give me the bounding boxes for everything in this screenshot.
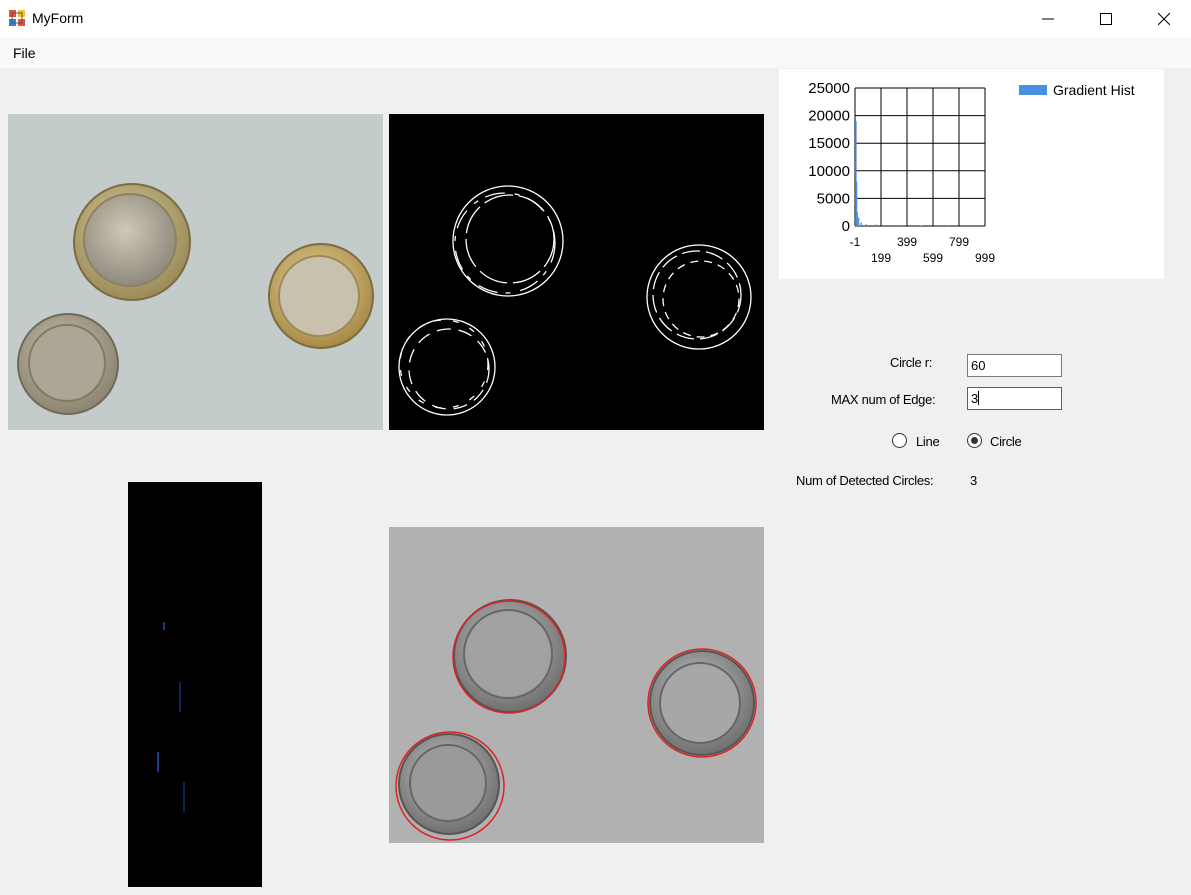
window-title: MyForm (32, 10, 84, 26)
histogram-bar (887, 224, 890, 226)
x-tick-label: 199 (871, 251, 891, 265)
minimize-button[interactable] (1019, 0, 1077, 37)
max-edge-input[interactable]: 3 (967, 387, 1062, 410)
max-edge-label: MAX num of Edge: (831, 392, 936, 407)
original-image (8, 114, 383, 430)
histogram-svg: 25000 20000 15000 10000 5000 0-1 399 799 199 599 9… (808, 80, 1135, 265)
y-tick-label: 20000 (808, 108, 850, 125)
radio-circle[interactable] (967, 433, 982, 448)
text-caret (978, 391, 980, 405)
x-tick-label: -1 (850, 235, 861, 249)
detected-circles-value: 3 (970, 473, 977, 488)
circle-r-label: Circle r: (890, 355, 933, 370)
x-tick-label: 399 (897, 235, 917, 249)
y-tick-label: 25000 (808, 80, 850, 97)
close-button[interactable] (1135, 0, 1191, 37)
accumulator-image (128, 482, 262, 887)
edge-image (389, 114, 764, 430)
histogram-bar (920, 225, 922, 226)
x-tick-label: 999 (975, 251, 995, 265)
radio-circle-dot (971, 437, 978, 444)
radio-circle-label[interactable]: Circle (990, 434, 1022, 449)
y-tick-label: 15000 (808, 135, 850, 152)
histogram-bar (856, 212, 858, 226)
histogram-bar (865, 224, 868, 226)
legend-swatch (1019, 85, 1047, 95)
max-edge-value: 3 (971, 391, 979, 406)
y-tick-label: 0 (842, 218, 850, 235)
menu-file[interactable]: File (13, 45, 36, 61)
menu-bar: File (0, 37, 1191, 68)
x-tick-label: 799 (949, 235, 969, 249)
legend-label: Gradient Hist (1053, 82, 1135, 98)
detected-circles-label: Num of Detected Circles: (796, 473, 934, 488)
app-icon (9, 10, 25, 26)
radio-line-label[interactable]: Line (916, 434, 940, 449)
histogram-bar (860, 222, 862, 226)
histogram-bar (874, 224, 877, 226)
circle-r-input[interactable]: 60 (967, 354, 1062, 377)
minimize-icon (1042, 18, 1054, 19)
radio-line[interactable] (892, 433, 907, 448)
title-bar: MyForm (0, 0, 1191, 37)
histogram-bar (900, 225, 903, 226)
histogram-bar (857, 217, 860, 226)
close-icon (1158, 12, 1170, 25)
maximize-button[interactable] (1077, 0, 1135, 37)
maximize-icon (1100, 12, 1112, 25)
x-tick-label: 599 (923, 251, 943, 265)
histogram-chart: 25000 20000 15000 10000 5000 0 -1 399 799 199 599 9… (779, 69, 1164, 279)
result-image (389, 527, 764, 843)
y-tick-label: 5000 (817, 190, 850, 207)
y-tick-label: 10000 (808, 163, 850, 180)
